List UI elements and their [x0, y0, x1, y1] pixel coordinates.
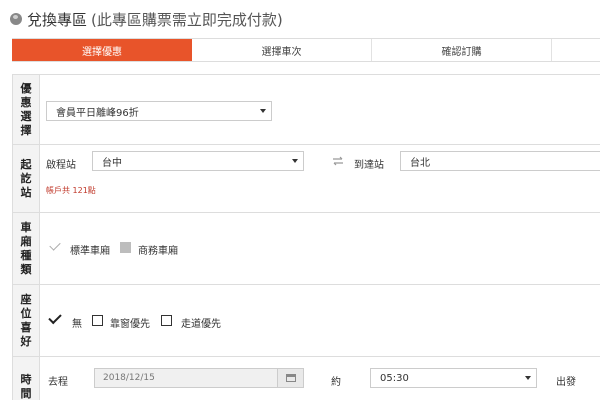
- swap-icon[interactable]: [332, 156, 344, 166]
- step-select-train[interactable]: 選擇車次: [192, 39, 372, 61]
- chevron-down-icon: [260, 109, 266, 113]
- time-row: 時 間 去程 2018/12/15 約 05:30 出發: [12, 357, 600, 400]
- page-header: 兌換專區 (此專區購票需立即完成付款): [10, 8, 283, 30]
- standard-car-check-icon[interactable]: [49, 239, 61, 251]
- departure-time-select[interactable]: 05:30: [370, 368, 537, 388]
- calendar-icon: [285, 374, 296, 382]
- outbound-label: 去程: [48, 377, 68, 388]
- stations-row-label: 起 訖 站: [12, 145, 40, 212]
- calendar-button[interactable]: [278, 368, 304, 388]
- chevron-down-icon: [525, 376, 531, 380]
- destination-station-select[interactable]: 台北: [400, 151, 600, 171]
- step-blank: [552, 39, 600, 61]
- seat-window-label: 靠窗優先: [110, 319, 150, 330]
- seat-pref-row-label: 座 位 喜 好: [12, 285, 40, 356]
- seat-aisle-checkbox[interactable]: [161, 315, 172, 326]
- page-title: 兌換專區: [27, 10, 88, 29]
- time-row-label: 時 間: [12, 357, 40, 400]
- departure-date-input[interactable]: 2018/12/15: [94, 368, 278, 388]
- booking-form: 優 惠 選 擇 會員平日離峰96折 起 訖 站 啟程站 台中 到達站 台北 帳戶…: [12, 74, 600, 400]
- origin-label: 啟程站: [46, 160, 76, 171]
- step-confirm-order[interactable]: 確認訂購: [372, 39, 552, 61]
- origin-station-select[interactable]: 台中: [92, 151, 304, 171]
- page-title-note: (此專區購票需立即完成付款): [91, 10, 283, 29]
- about-label: 約: [331, 377, 341, 388]
- seat-none-check-icon[interactable]: [48, 310, 62, 325]
- points-note: 帳戶共 121點: [46, 186, 96, 195]
- car-type-row-label: 車 廂 種 類: [12, 213, 40, 284]
- chevron-down-icon: [292, 159, 298, 163]
- step-tabs: 選擇優惠 選擇車次 確認訂購: [12, 38, 600, 62]
- discount-row: 優 惠 選 擇 會員平日離峰96折: [12, 75, 600, 145]
- depart-label: 出發: [556, 377, 576, 388]
- discount-select[interactable]: 會員平日離峰96折: [46, 101, 272, 121]
- globe-icon: [10, 13, 22, 25]
- discount-row-label: 優 惠 選 擇: [12, 75, 40, 144]
- destination-label: 到達站: [354, 160, 384, 171]
- step-select-discount[interactable]: 選擇優惠: [12, 39, 192, 61]
- seat-pref-row: 座 位 喜 好 無 靠窗優先 走道優先: [12, 285, 600, 357]
- business-car-label: 商務車廂: [138, 246, 178, 257]
- seat-window-checkbox[interactable]: [92, 315, 103, 326]
- standard-car-label: 標準車廂: [70, 246, 110, 257]
- business-car-checkbox[interactable]: [120, 242, 131, 253]
- car-type-row: 車 廂 種 類 標準車廂 商務車廂: [12, 213, 600, 285]
- seat-aisle-label: 走道優先: [181, 319, 221, 330]
- stations-row: 起 訖 站 啟程站 台中 到達站 台北 帳戶共 121點: [12, 145, 600, 213]
- seat-none-label: 無: [72, 319, 82, 330]
